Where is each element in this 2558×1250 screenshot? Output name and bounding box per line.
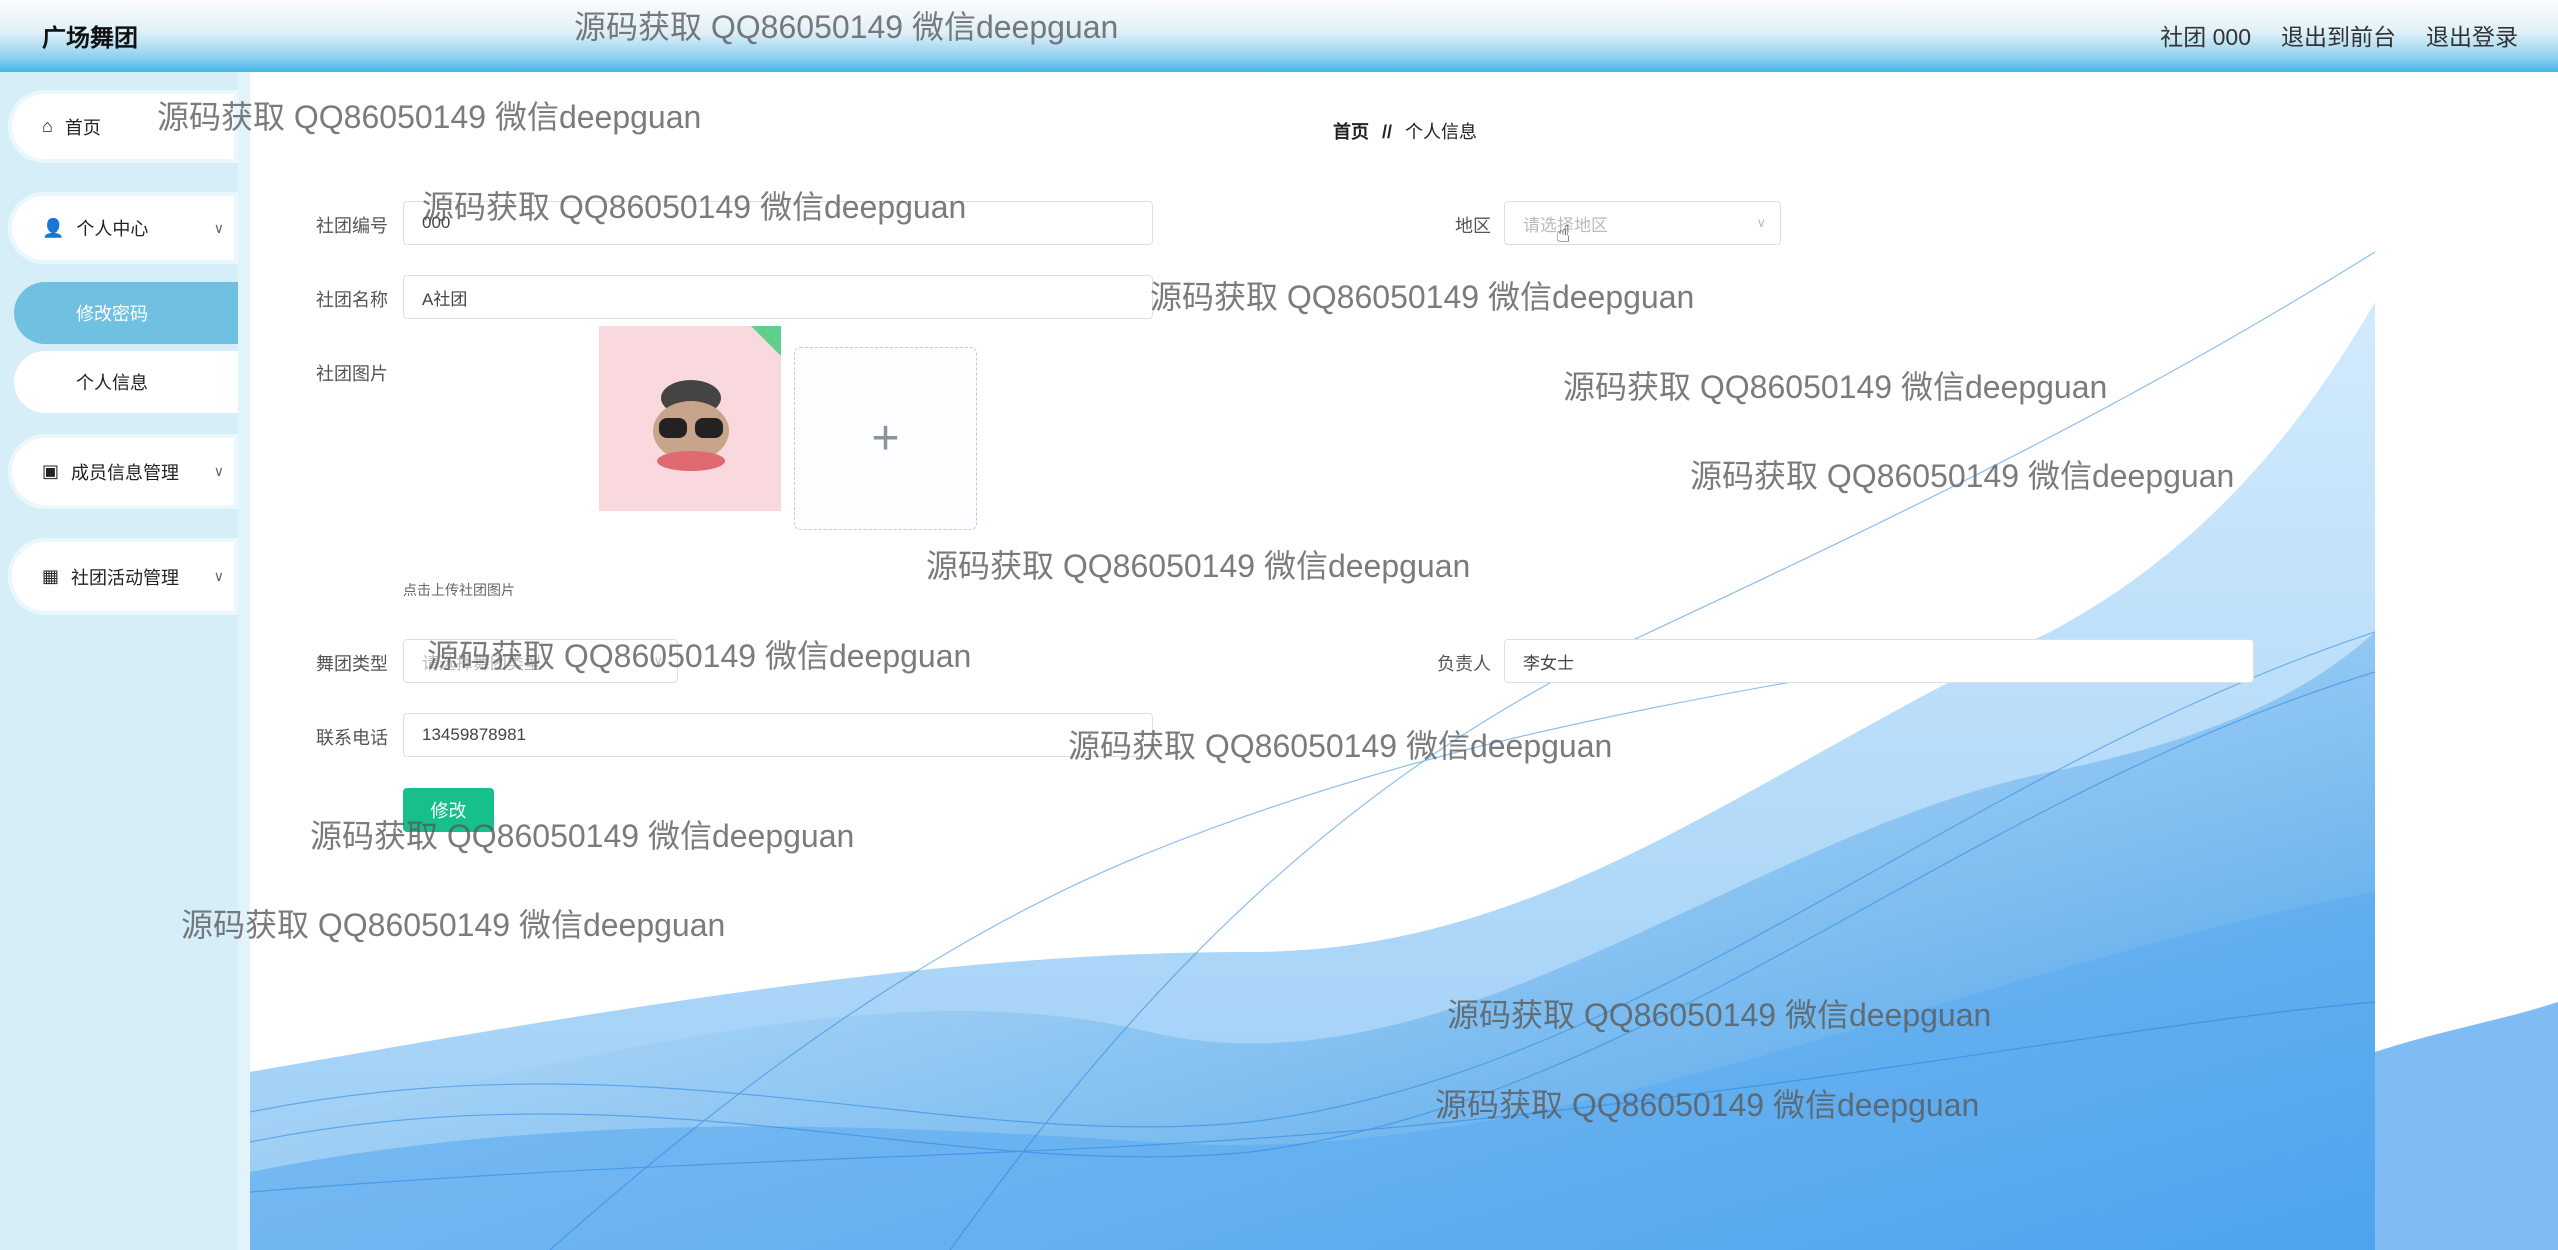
phone-label: 联系电话 bbox=[316, 728, 388, 748]
sidebar-item-label: 社团活动管理 bbox=[71, 567, 180, 588]
sidebar-edge bbox=[238, 72, 250, 1250]
top-header: 广场舞团 社团 000 退出到前台 退出登录 bbox=[0, 0, 2558, 72]
submit-button[interactable]: 修改 bbox=[403, 788, 494, 832]
chevron-down-icon: ∨ bbox=[213, 463, 224, 479]
leader-input[interactable]: 李女士 bbox=[1504, 639, 2254, 683]
upload-hint: 点击上传社团图片 bbox=[403, 582, 515, 598]
sidebar-item-change-password[interactable]: 修改密码 bbox=[14, 282, 238, 344]
chevron-down-icon: ∨ bbox=[653, 653, 663, 668]
home-icon: ⌂ bbox=[42, 116, 53, 136]
dance-type-placeholder: 请选择舞团类型 bbox=[422, 653, 541, 673]
club-image-thumbnail[interactable] bbox=[599, 326, 781, 511]
leader-label: 负责人 bbox=[1437, 654, 1491, 674]
club-image-label: 社团图片 bbox=[316, 364, 388, 384]
breadcrumb-home[interactable]: 首页 bbox=[1333, 122, 1369, 142]
logout-link[interactable]: 退出登录 bbox=[2426, 18, 2518, 52]
app-title: 广场舞团 bbox=[42, 25, 138, 52]
club-name-input[interactable]: A社团 bbox=[403, 275, 1153, 319]
dance-type-label: 舞团类型 bbox=[316, 654, 388, 674]
monkey-image bbox=[653, 326, 781, 471]
sidebar-item-personal-center[interactable]: 👤 个人中心 ∨ bbox=[8, 192, 238, 264]
dance-type-select[interactable]: 请选择舞团类型 ∨ bbox=[403, 639, 678, 683]
grid-icon: ▦ bbox=[42, 566, 60, 586]
sidebar-item-label: 个人信息 bbox=[76, 373, 148, 393]
chevron-down-icon: ∨ bbox=[1756, 215, 1766, 230]
exit-to-front-link[interactable]: 退出到前台 bbox=[2281, 18, 2396, 52]
current-user: 社团 000 bbox=[2160, 24, 2251, 50]
region-label: 地区 bbox=[1455, 216, 1491, 236]
sidebar-item-activity-mgmt[interactable]: ▦ 社团活动管理 ∨ bbox=[8, 538, 238, 615]
region-select[interactable]: 请选择地区 ∨ bbox=[1504, 201, 1781, 245]
sidebar-item-member-mgmt[interactable]: ▣ 成员信息管理 ∨ bbox=[8, 434, 238, 509]
club-no-input[interactable]: 000 bbox=[403, 201, 1153, 245]
right-background bbox=[2375, 72, 2558, 1250]
club-no-label: 社团编号 bbox=[316, 216, 388, 236]
sidebar-item-label: 成员信息管理 bbox=[71, 462, 180, 483]
sidebar-item-label: 首页 bbox=[64, 117, 101, 138]
breadcrumb-current: 个人信息 bbox=[1405, 122, 1478, 142]
breadcrumb: 首页 // 个人信息 bbox=[1333, 118, 1477, 144]
chevron-down-icon: ∨ bbox=[213, 219, 224, 236]
sidebar-item-label: 修改密码 bbox=[76, 304, 148, 324]
sidebar: ⌂ 首页 👤 个人中心 ∨ 修改密码 个人信息 ▣ 成员信息管理 ∨ ▦ 社团活动管理 ∨ bbox=[0, 72, 250, 1250]
wallet-icon: ▣ bbox=[42, 461, 60, 481]
club-name-label: 社团名称 bbox=[316, 290, 388, 310]
user-icon: 👤 bbox=[42, 217, 65, 238]
sidebar-item-label: 个人中心 bbox=[76, 219, 149, 239]
chevron-down-icon: ∨ bbox=[213, 568, 224, 584]
sidebar-item-home[interactable]: ⌂ 首页 bbox=[8, 90, 238, 163]
phone-input[interactable]: 13459878981 bbox=[403, 713, 1153, 757]
wave-background-right bbox=[2375, 1002, 2558, 1250]
breadcrumb-separator: // bbox=[1382, 122, 1393, 142]
hand-cursor-icon: ☝ bbox=[1556, 221, 1571, 248]
image-upload-button[interactable]: + bbox=[794, 347, 977, 530]
sidebar-item-personal-info[interactable]: 个人信息 bbox=[14, 351, 238, 413]
